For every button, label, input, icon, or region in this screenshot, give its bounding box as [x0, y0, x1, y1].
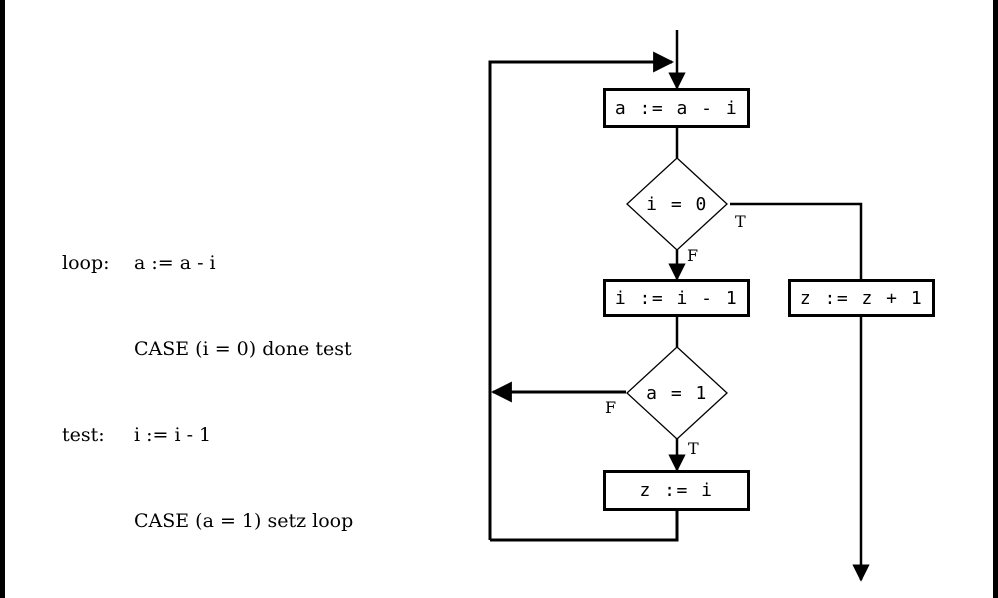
flow-node-increment-z[interactable]: z := z + 1	[788, 279, 935, 317]
edge-label-false-i-eq-0: F	[687, 246, 699, 265]
flow-node-label: z := i	[639, 480, 714, 501]
flow-node-label: z := z + 1	[799, 287, 924, 309]
flow-node-decrement-i[interactable]: i := i - 1	[603, 279, 750, 317]
figure-canvas: loop: a := a - i CASE (i = 0) done test t…	[0, 0, 998, 598]
flow-node-decision-i-eq-0[interactable]: i = 0	[626, 157, 728, 251]
flowchart: a := a - i i = 0 i := i - 1 z := z + 1 a…	[0, 0, 998, 598]
edge-label-true-i-eq-0: T	[735, 212, 746, 231]
flow-node-label: a := a - i	[614, 97, 739, 119]
edge-label-true-a-eq-1: T	[688, 439, 699, 458]
flow-node-label: i := i - 1	[614, 287, 739, 309]
flow-node-assign-z[interactable]: z := i	[603, 470, 750, 511]
flow-node-label: a = 1	[646, 382, 708, 404]
flow-node-assign-a[interactable]: a := a - i	[603, 88, 750, 128]
edge-n6-to-loop	[490, 511, 679, 542]
flow-node-decision-a-eq-1[interactable]: a = 1	[626, 346, 728, 440]
flow-node-label: i = 0	[646, 193, 708, 215]
edge-n2-true-to-n4	[730, 202, 863, 279]
edge-label-false-a-eq-1: F	[605, 398, 617, 417]
